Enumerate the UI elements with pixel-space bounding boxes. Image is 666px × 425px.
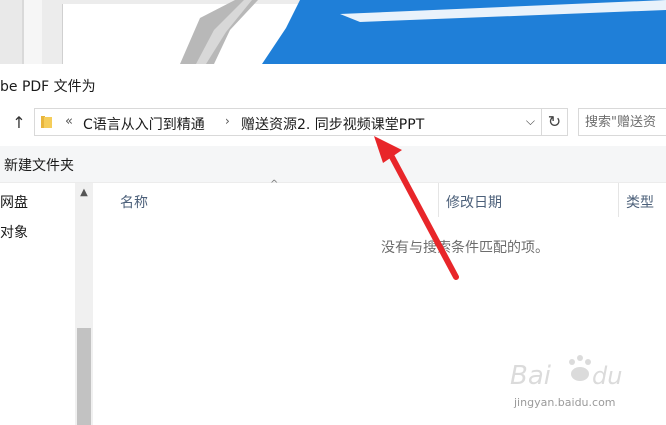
nav-item-netdisk[interactable]: 网盘 [0, 192, 28, 212]
breadcrumb-item[interactable]: C语言从入门到精通 [83, 114, 205, 134]
svg-text:Bai: Bai [510, 361, 552, 391]
nav-item-objects[interactable]: 对象 [0, 222, 28, 242]
breadcrumb-separator-icon[interactable]: › [225, 114, 230, 128]
refresh-button[interactable]: ↻ [542, 108, 568, 136]
navigation-scrollbar[interactable]: ▲ [75, 183, 93, 425]
navigation-pane: 网盘 对象 [0, 183, 75, 425]
search-input[interactable] [579, 109, 666, 135]
breadcrumb-overflow-icon[interactable]: « [65, 114, 73, 129]
up-arrow-icon[interactable]: ↑ [9, 112, 29, 134]
search-box[interactable] [578, 108, 666, 136]
dialog-title: be PDF 文件为 [0, 79, 96, 95]
chevron-down-icon[interactable]: ⌵ [526, 114, 535, 129]
scroll-up-icon[interactable]: ▲ [75, 187, 93, 198]
svg-text:du: du [592, 362, 622, 390]
toolbar: 新建文件夹 [0, 146, 666, 183]
column-header-name[interactable]: 名称 [120, 192, 148, 212]
column-header-date[interactable]: 修改日期 [446, 192, 502, 212]
column-divider[interactable] [618, 183, 619, 217]
breadcrumb-item-current[interactable]: 赠送资源2. 同步视频课堂PPT [241, 114, 424, 134]
new-folder-button[interactable]: 新建文件夹 [4, 155, 74, 175]
address-bar[interactable]: « C语言从入门到精通 › 赠送资源2. 同步视频课堂PPT ⌵ [34, 108, 542, 136]
empty-message: 没有与搜索条件匹配的项。 [381, 240, 549, 256]
sort-indicator-icon: ^ [270, 179, 279, 190]
watermark-url: jingyan.baidu.com [514, 396, 616, 409]
column-header-type[interactable]: 类型 [626, 192, 654, 212]
column-divider[interactable] [438, 183, 439, 217]
folder-icon [41, 116, 52, 128]
background-window [0, 0, 666, 64]
scrollbar-thumb[interactable] [77, 328, 91, 425]
background-slide-art [180, 0, 666, 64]
